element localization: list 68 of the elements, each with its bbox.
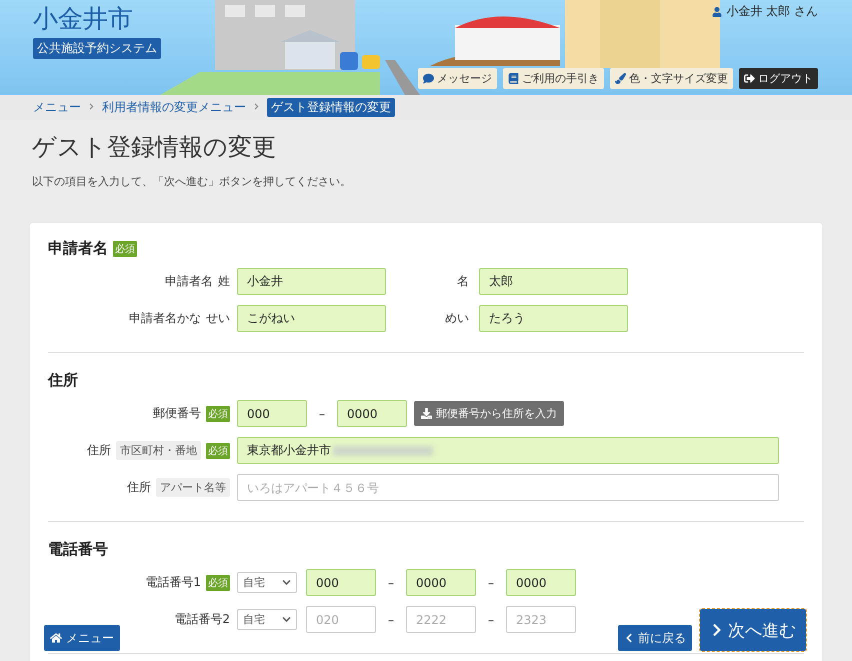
header-action-button[interactable]: 色・文字サイズ変更 bbox=[610, 68, 733, 89]
header-action-button[interactable]: ログアウト bbox=[739, 68, 818, 89]
required-badge: 必須 bbox=[206, 574, 230, 590]
dash: – bbox=[387, 612, 395, 626]
phone-field[interactable]: 0000 bbox=[506, 569, 576, 596]
book-icon bbox=[508, 73, 519, 84]
user-icon bbox=[712, 6, 722, 16]
phone-field[interactable]: 0000 bbox=[406, 569, 476, 596]
download-icon bbox=[421, 408, 432, 419]
dash: – bbox=[487, 576, 495, 590]
next-button[interactable]: 次へ進む bbox=[700, 609, 806, 651]
postal-code-field[interactable]: 0000 bbox=[337, 400, 407, 427]
phone-type-select[interactable]: 自宅 bbox=[237, 572, 297, 593]
instructions-text: 以下の項目を入力して、「次へ進む」ボタンを押してください。 bbox=[32, 174, 352, 189]
text-field[interactable]: 小金井 bbox=[237, 268, 386, 295]
postal-lookup-button[interactable]: 郵便番号から住所を入力 bbox=[414, 401, 564, 426]
phone-field[interactable]: 020 bbox=[306, 606, 376, 633]
field-tag: アパート名等 bbox=[156, 478, 230, 497]
required-badge: 必須 bbox=[206, 406, 230, 422]
caret-icon bbox=[282, 578, 291, 587]
field-sublabel: 姓 bbox=[218, 273, 230, 290]
field-label: 電話番号1 bbox=[145, 574, 201, 591]
dash: – bbox=[387, 576, 395, 590]
user-name-text: 小金井 太郎 さん bbox=[726, 3, 818, 20]
field-sublabel: せい bbox=[206, 310, 230, 327]
field-label: 住所 bbox=[87, 442, 111, 459]
required-badge: 必須 bbox=[206, 442, 230, 458]
back-button[interactable]: 前に戻る bbox=[618, 625, 692, 651]
section-heading: 申請者名 bbox=[48, 239, 108, 258]
required-badge: 必須 bbox=[113, 240, 137, 256]
caret-icon bbox=[282, 615, 291, 624]
chevron-left-icon bbox=[624, 633, 634, 643]
breadcrumb-link[interactable]: 利用者情報の変更メニュー bbox=[102, 99, 246, 116]
field-label: 名 bbox=[456, 273, 469, 290]
phone-field[interactable]: 2222 bbox=[406, 606, 476, 633]
breadcrumb-link[interactable]: ゲスト登録情報の変更 bbox=[267, 98, 395, 117]
field-label: 郵便番号 bbox=[153, 405, 201, 422]
field-label: 申請者名かな bbox=[129, 310, 201, 327]
phone-type-select[interactable]: 自宅 bbox=[237, 609, 297, 630]
header-action-button[interactable]: ご利用の手引き bbox=[503, 68, 604, 89]
city-name: 小金井市 bbox=[33, 4, 133, 33]
house-drawing bbox=[280, 30, 340, 69]
field-label: 住所 bbox=[127, 479, 151, 496]
breadcrumb-link[interactable]: メニュー bbox=[33, 99, 81, 116]
phone-field[interactable]: 2323 bbox=[506, 606, 576, 633]
speech-bubble-icon bbox=[423, 73, 434, 84]
header-action-button[interactable]: メッセージ bbox=[418, 68, 497, 89]
phone-field[interactable]: 000 bbox=[306, 569, 376, 596]
menu-button[interactable]: メニュー bbox=[44, 625, 120, 651]
address-field[interactable]: いろはアパート４５６号 bbox=[237, 474, 779, 501]
field-label: めい bbox=[444, 310, 469, 327]
field-label: 電話番号2 bbox=[174, 611, 230, 628]
system-name: 公共施設予約システム bbox=[33, 38, 161, 59]
home-icon bbox=[50, 632, 62, 644]
section-heading: 電話番号 bbox=[48, 540, 108, 559]
text-field[interactable]: たろう bbox=[479, 305, 628, 332]
section-heading: 住所 bbox=[48, 371, 78, 390]
logout-icon bbox=[744, 73, 755, 84]
field-label: 申請者名 bbox=[165, 273, 213, 290]
brush-icon bbox=[615, 73, 626, 84]
page-title: ゲスト登録情報の変更 bbox=[32, 132, 277, 163]
text-field[interactable]: こがねい bbox=[237, 305, 386, 332]
text-field[interactable]: 太郎 bbox=[479, 268, 628, 295]
dash: – bbox=[487, 612, 495, 626]
dash: – bbox=[318, 406, 326, 420]
address-field[interactable]: 東京都小金井市 bbox=[237, 437, 779, 464]
postal-code-field[interactable]: 000 bbox=[237, 400, 307, 427]
field-tag: 市区町村・番地 bbox=[116, 441, 201, 460]
